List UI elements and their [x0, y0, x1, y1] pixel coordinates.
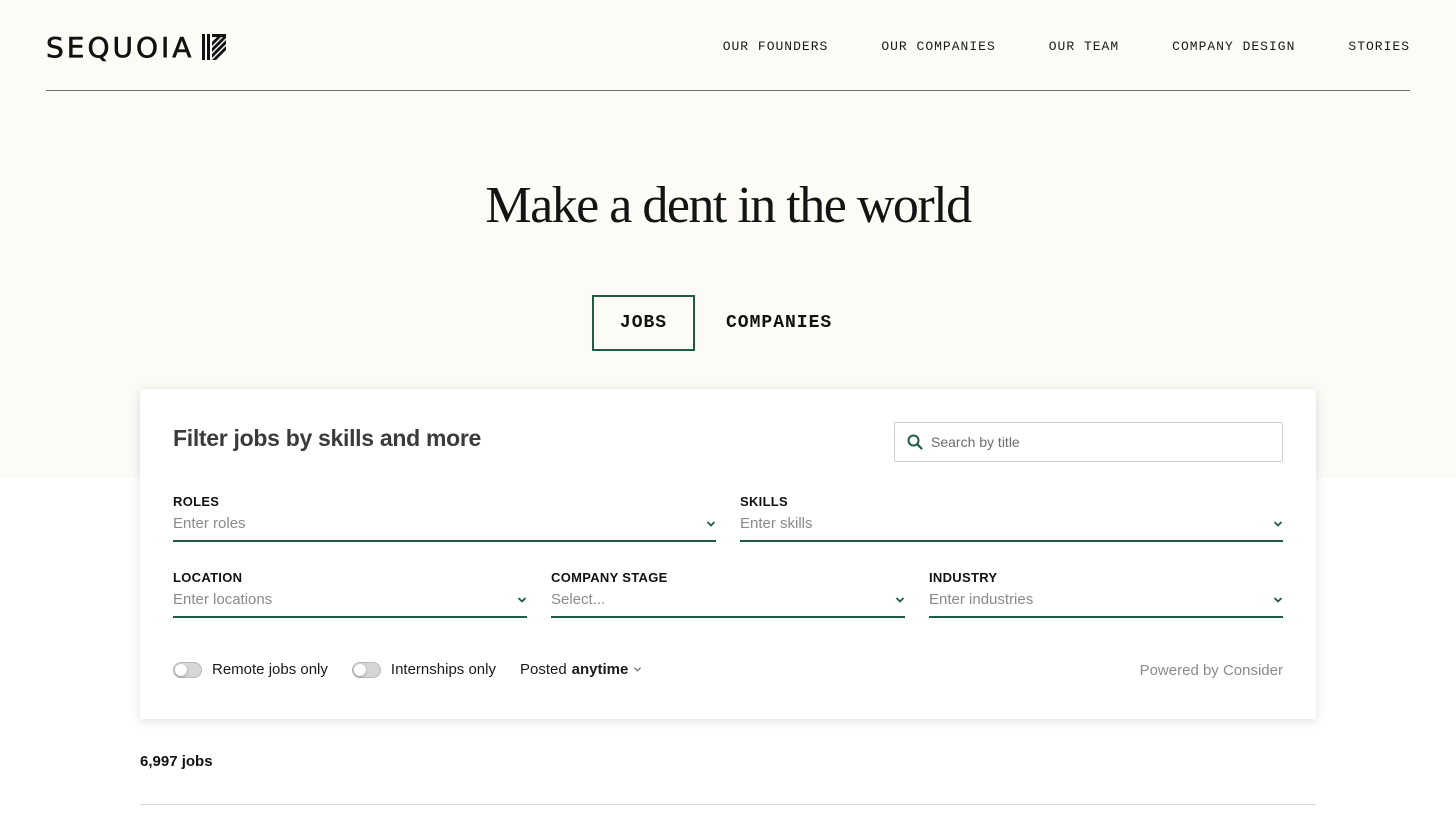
skills-label: SKILLS — [740, 494, 789, 509]
tab-companies[interactable]: COMPANIES — [726, 295, 832, 351]
skills-select[interactable]: Enter skills — [740, 515, 1283, 532]
nav-company-design[interactable]: COMPANY DESIGN — [1172, 39, 1295, 54]
chevron-down-icon — [634, 667, 642, 672]
industry-select[interactable]: Enter industries — [929, 591, 1283, 608]
industry-field: INDUSTRY Enter industries — [929, 570, 1283, 618]
remote-toggle-group[interactable]: Remote jobs only — [173, 661, 328, 678]
industry-placeholder: Enter industries — [929, 591, 1034, 608]
nav-our-founders[interactable]: OUR FOUNDERS — [723, 39, 829, 54]
powered-by-text: Powered by Consider — [1139, 662, 1283, 679]
skills-field: SKILLS Enter skills — [740, 494, 1283, 542]
roles-label: ROLES — [173, 494, 220, 509]
nav-our-companies[interactable]: OUR COMPANIES — [881, 39, 995, 54]
logo-wordmark: SEQUOIA — [46, 30, 195, 64]
filter-title: Filter jobs by skills and more — [173, 425, 481, 451]
chevron-down-icon — [1273, 596, 1283, 603]
chevron-down-icon — [1273, 520, 1283, 527]
remote-toggle-label: Remote jobs only — [212, 661, 328, 678]
search-box[interactable] — [894, 422, 1283, 462]
nav-stories[interactable]: STORIES — [1348, 39, 1410, 54]
filter-toggles: Remote jobs only Internships only Posted… — [173, 661, 642, 678]
location-placeholder: Enter locations — [173, 591, 273, 608]
filter-card: Filter jobs by skills and more ROLES Ent… — [140, 389, 1316, 719]
site-header: SEQUOIA OUR FOUNDERS OUR COMPANIES OUR T… — [46, 0, 1410, 91]
remote-toggle[interactable] — [173, 661, 202, 678]
posted-value: anytime — [571, 661, 629, 678]
job-count: 6,997 jobs — [140, 753, 213, 770]
sequoia-leaf-icon — [202, 34, 227, 60]
location-label: LOCATION — [173, 570, 243, 585]
search-icon — [907, 434, 923, 450]
chevron-down-icon — [895, 596, 905, 603]
tab-bar: JOBS COMPANIES — [592, 295, 832, 351]
skills-placeholder: Enter skills — [740, 515, 813, 532]
roles-field: ROLES Enter roles — [173, 494, 716, 542]
internship-toggle-label: Internships only — [390, 661, 496, 678]
internship-toggle-group[interactable]: Internships only — [351, 661, 496, 678]
company-stage-field: COMPANY STAGE Select... — [551, 570, 905, 618]
company-stage-placeholder: Select... — [551, 591, 606, 608]
nav-our-team[interactable]: OUR TEAM — [1049, 39, 1119, 54]
results-divider — [140, 804, 1316, 805]
company-stage-select[interactable]: Select... — [551, 591, 905, 608]
company-stage-label: COMPANY STAGE — [551, 570, 668, 585]
sequoia-logo[interactable]: SEQUOIA — [46, 30, 227, 64]
page-title: Make a dent in the world — [485, 177, 972, 234]
posted-prefix: Posted — [519, 661, 567, 678]
internship-toggle[interactable] — [351, 661, 381, 678]
search-input[interactable] — [931, 434, 1261, 450]
roles-select[interactable]: Enter roles — [173, 515, 716, 532]
main-nav: OUR FOUNDERS OUR COMPANIES OUR TEAM COMP… — [723, 39, 1410, 54]
location-select[interactable]: Enter locations — [173, 591, 527, 608]
tab-jobs[interactable]: JOBS — [592, 295, 695, 351]
posted-dropdown[interactable]: Posted anytime — [520, 661, 642, 678]
roles-placeholder: Enter roles — [173, 515, 246, 532]
location-field: LOCATION Enter locations — [173, 570, 527, 618]
industry-label: INDUSTRY — [929, 570, 998, 585]
chevron-down-icon — [706, 520, 716, 527]
chevron-down-icon — [517, 596, 527, 603]
